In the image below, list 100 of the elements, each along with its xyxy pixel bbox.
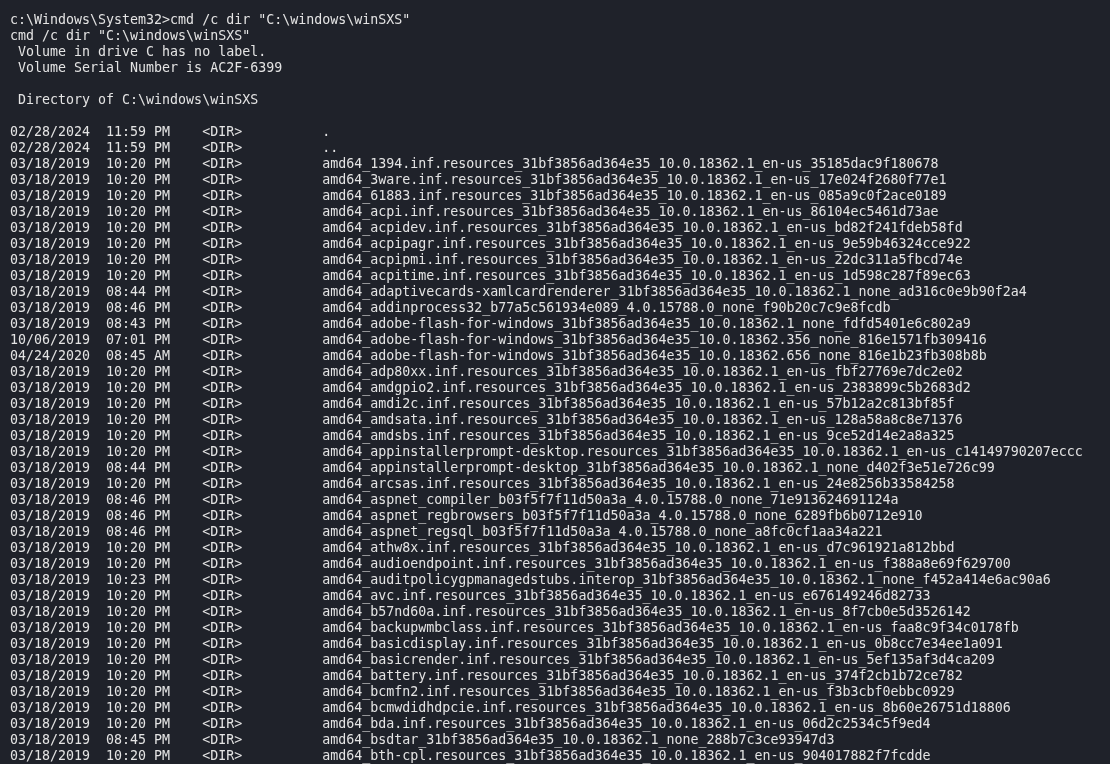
entry-type-text: <DIR> (202, 380, 244, 396)
time-text: 10:20 PM (106, 716, 172, 732)
entry-name-text: amd64_b57nd60a.inf.resources_31bf3856ad364e35_10.0.18362.1_en-us_8f7cb0e5d3526142 (322, 604, 971, 620)
entry-name-text: amd64_addinprocess32_b77a5c561934e089_4.0.15788.0_none_f90b20c7c9e8fcdb (322, 300, 891, 316)
entry-type-text: <DIR> (202, 636, 244, 652)
time-text: 08:45 PM (106, 732, 172, 748)
output-line: cmd /c dir "C:\windows\winSXS" (10, 28, 251, 44)
date-text: 03/18/2019 (10, 476, 92, 492)
date-text: 03/18/2019 (10, 444, 92, 460)
date-text: 02/28/2024 (10, 140, 92, 156)
time-text: 10:20 PM (106, 428, 172, 444)
date-text: 03/18/2019 (10, 700, 92, 716)
time-text: 10:20 PM (106, 396, 172, 412)
time-text: 10:20 PM (106, 380, 172, 396)
date-text: 03/18/2019 (10, 188, 92, 204)
entry-name-text: amd64_aspnet_compiler_b03f5f7f11d50a3a_4.0.15788.0_none_71e913624691124a (322, 492, 899, 508)
entry-name-text: amd64_acpidev.inf.resources_31bf3856ad364e35_10.0.18362.1_en-us_bd82f241fdeb58fd (322, 220, 963, 236)
date-text: 03/18/2019 (10, 684, 92, 700)
time-text: 10:20 PM (106, 636, 172, 652)
date-text: 03/18/2019 (10, 300, 92, 316)
entry-type-text: <DIR> (202, 396, 244, 412)
entry-name-text: amd64_adobe-flash-for-windows_31bf3856ad364e35_10.0.18362.1_none_fdfd5401e6c802a9 (322, 316, 971, 332)
time-text: 08:44 PM (106, 460, 172, 476)
time-text: 10:20 PM (106, 252, 172, 268)
entry-type-text: <DIR> (202, 364, 244, 380)
entry-type-text: <DIR> (202, 668, 244, 684)
date-text: 03/18/2019 (10, 236, 92, 252)
entry-name-text: amd64_acpitime.inf.resources_31bf3856ad364e35_10.0.18362.1_en-us_1d598c287f89ec63 (322, 268, 971, 284)
entry-name-text: amd64_bsdtar_31bf3856ad364e35_10.0.18362.1_none_288b7c3ce93947d3 (322, 732, 835, 748)
date-text: 03/18/2019 (10, 252, 92, 268)
date-text: 02/28/2024 (10, 124, 92, 140)
time-text: 10:20 PM (106, 236, 172, 252)
entry-type-text: <DIR> (202, 188, 244, 204)
time-text: 08:46 PM (106, 492, 172, 508)
entry-name-text: amd64_acpipagr.inf.resources_31bf3856ad364e35_10.0.18362.1_en-us_9e59b46324cce922 (322, 236, 971, 252)
entry-name-text: amd64_auditpolicygpmanagedstubs.interop_31bf3856ad364e35_10.0.18362.1_none_f452a414e6ac90a6 (322, 572, 1051, 588)
entry-type-text: <DIR> (202, 268, 244, 284)
entry-name-text: amd64_amdgpio2.inf.resources_31bf3856ad364e35_10.0.18362.1_en-us_2383899c5b2683d2 (322, 380, 971, 396)
entry-name-text: amd64_avc.inf.resources_31bf3856ad364e35_10.0.18362.1_en-us_e676149246d82733 (322, 588, 931, 604)
date-text: 03/18/2019 (10, 620, 92, 636)
date-text: 03/18/2019 (10, 524, 92, 540)
entry-type-text: <DIR> (202, 124, 244, 140)
entry-name-text: . (322, 124, 331, 140)
entry-name-text: .. (322, 140, 339, 156)
entry-name-text: amd64_athw8x.inf.resources_31bf3856ad364e35_10.0.18362.1_en-us_d7c961921a812bbd (322, 540, 955, 556)
date-text: 03/18/2019 (10, 364, 92, 380)
time-text: 08:45 AM (106, 348, 172, 364)
entry-type-text: <DIR> (202, 732, 244, 748)
entry-name-text: amd64_amdsata.inf.resources_31bf3856ad364e35_10.0.18362.1_en-us_128a58a8c8e71376 (322, 412, 963, 428)
entry-type-text: <DIR> (202, 492, 244, 508)
entry-name-text: amd64_basicrender.inf.resources_31bf3856ad364e35_10.0.18362.1_en-us_5ef135af3d4ca209 (322, 652, 995, 668)
entry-type-text: <DIR> (202, 508, 244, 524)
time-text: 10:20 PM (106, 588, 172, 604)
time-text: 10:20 PM (106, 684, 172, 700)
entry-type-text: <DIR> (202, 428, 244, 444)
date-text: 03/18/2019 (10, 668, 92, 684)
time-text: 10:20 PM (106, 444, 172, 460)
entry-name-text: amd64_aspnet_regbrowsers_b03f5f7f11d50a3a_4.0.15788.0_none_6289fb6b0712e910 (322, 508, 923, 524)
date-text: 03/18/2019 (10, 316, 92, 332)
date-text: 03/18/2019 (10, 284, 92, 300)
command-line: c:\Windows\System32>cmd /c dir "C:\windows\winSXS" (10, 12, 411, 28)
date-text: 03/18/2019 (10, 380, 92, 396)
time-text: 10:20 PM (106, 700, 172, 716)
entry-type-text: <DIR> (202, 700, 244, 716)
time-text: 11:59 PM (106, 124, 172, 140)
entry-name-text: amd64_61883.inf.resources_31bf3856ad364e35_10.0.18362.1_en-us_085a9c0f2ace0189 (322, 188, 947, 204)
date-text: 03/18/2019 (10, 156, 92, 172)
time-text: 08:46 PM (106, 300, 172, 316)
entry-type-text: <DIR> (202, 604, 244, 620)
entry-name-text: amd64_battery.inf.resources_31bf3856ad364e35_10.0.18362.1_en-us_374f2cb1b72ce782 (322, 668, 963, 684)
date-text: 03/18/2019 (10, 588, 92, 604)
date-text: 03/18/2019 (10, 604, 92, 620)
output-line: Volume in drive C has no label. (17, 44, 267, 60)
entry-type-text: <DIR> (202, 316, 244, 332)
entry-name-text: amd64_aspnet_regsql_b03f5f7f11d50a3a_4.0.15788.0_none_a8fc0cf1aa34a221 (322, 524, 883, 540)
time-text: 08:44 PM (106, 284, 172, 300)
entry-type-text: <DIR> (202, 204, 244, 220)
time-text: 08:46 PM (106, 524, 172, 540)
entry-type-text: <DIR> (202, 716, 244, 732)
entry-type-text: <DIR> (202, 172, 244, 188)
date-text: 03/18/2019 (10, 652, 92, 668)
entry-type-text: <DIR> (202, 156, 244, 172)
entry-name-text: amd64_adobe-flash-for-windows_31bf3856ad364e35_10.0.18362.656_none_816e1b23fb308b8b (322, 348, 987, 364)
entry-name-text: amd64_adobe-flash-for-windows_31bf3856ad364e35_10.0.18362.356_none_816e1571fb309416 (322, 332, 987, 348)
entry-name-text: amd64_1394.inf.resources_31bf3856ad364e35_10.0.18362.1_en-us_35185dac9f180678 (322, 156, 939, 172)
time-text: 10:20 PM (106, 556, 172, 572)
time-text: 10:20 PM (106, 364, 172, 380)
date-text: 03/18/2019 (10, 460, 92, 476)
time-text: 10:20 PM (106, 748, 172, 764)
entry-type-text: <DIR> (202, 684, 244, 700)
time-text: 11:59 PM (106, 140, 172, 156)
date-text: 03/18/2019 (10, 716, 92, 732)
date-text: 04/24/2020 (10, 348, 92, 364)
entry-type-text: <DIR> (202, 348, 244, 364)
entry-type-text: <DIR> (202, 524, 244, 540)
date-text: 03/18/2019 (10, 732, 92, 748)
entry-name-text: amd64_acpipmi.inf.resources_31bf3856ad364e35_10.0.18362.1_en-us_22dc311a5fbcd74e (322, 252, 963, 268)
time-text: 07:01 PM (106, 332, 172, 348)
entry-name-text: amd64_amdsbs.inf.resources_31bf3856ad364e35_10.0.18362.1_en-us_9ce52d14e2a8a325 (322, 428, 955, 444)
date-text: 03/18/2019 (10, 204, 92, 220)
